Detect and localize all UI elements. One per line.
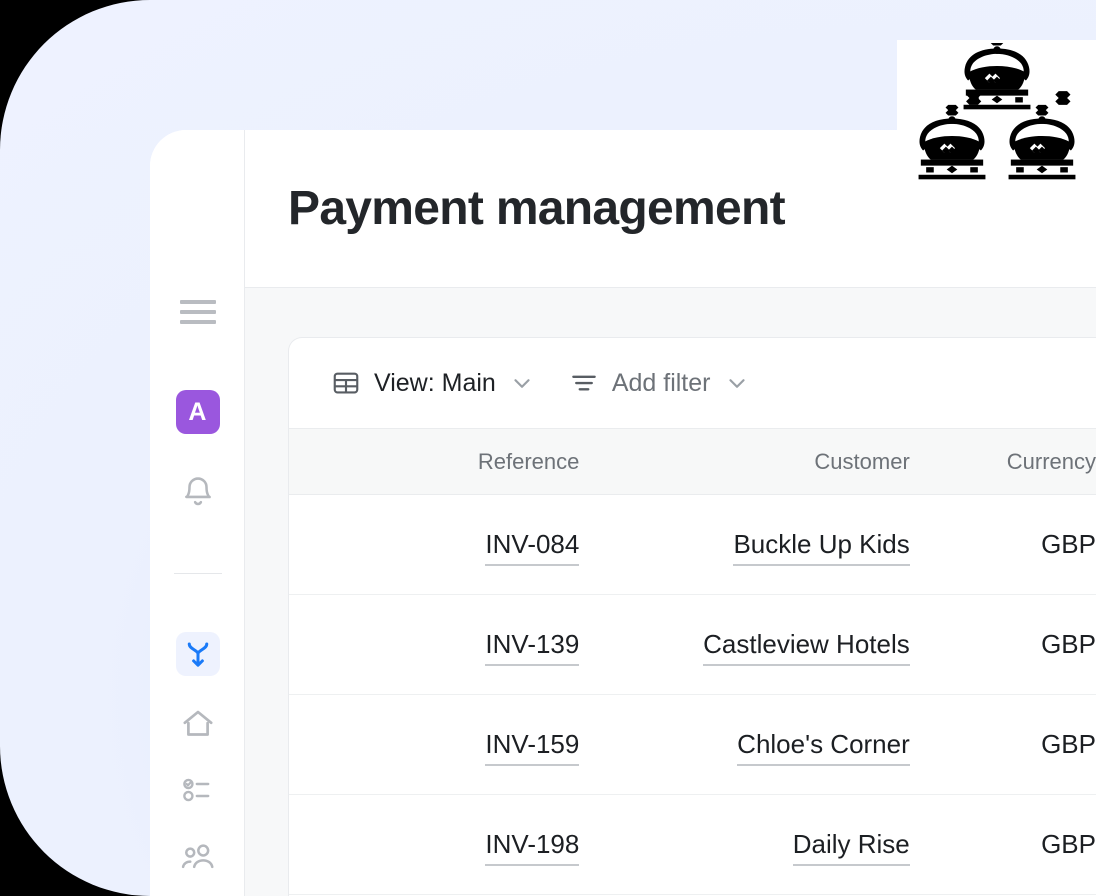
main-content: Payment management View: Main bbox=[245, 130, 1096, 896]
sidebar-item-home[interactable] bbox=[150, 702, 245, 746]
reference-link[interactable]: INV-198 bbox=[485, 829, 579, 866]
table-icon bbox=[331, 368, 361, 398]
column-header-currency[interactable]: Currency bbox=[910, 429, 1096, 495]
three-crowns-emblem bbox=[897, 40, 1096, 186]
cell-reference: INV-159 bbox=[289, 695, 579, 795]
cell-reference: INV-084 bbox=[289, 495, 579, 595]
cell-currency: GBP bbox=[910, 795, 1096, 895]
page-title: Payment management bbox=[288, 181, 785, 236]
cell-currency: GBP bbox=[910, 495, 1096, 595]
background-gradient: A bbox=[0, 0, 1096, 896]
checklist-icon bbox=[180, 772, 216, 808]
customer-link[interactable]: Chloe's Corner bbox=[737, 729, 910, 766]
table-card: View: Main Add filter bbox=[288, 337, 1096, 896]
chevron-down-icon bbox=[724, 370, 750, 396]
customer-link[interactable]: Buckle Up Kids bbox=[733, 529, 909, 566]
reference-link[interactable]: INV-084 bbox=[485, 529, 579, 566]
bell-icon bbox=[181, 475, 215, 509]
reference-link[interactable]: INV-139 bbox=[485, 629, 579, 666]
avatar-letter: A bbox=[188, 400, 206, 425]
customer-link[interactable]: Daily Rise bbox=[793, 829, 910, 866]
content-area: View: Main Add filter bbox=[245, 288, 1096, 896]
cell-customer: Daily Rise bbox=[579, 795, 909, 895]
sidebar-item-customers[interactable] bbox=[150, 836, 245, 880]
chevron-down-icon bbox=[509, 370, 535, 396]
people-icon bbox=[179, 839, 217, 877]
filter-lines-icon bbox=[569, 368, 599, 398]
sidebar-divider bbox=[174, 573, 222, 574]
table-body: INV-084 Buckle Up Kids GBP INV-139 bbox=[289, 495, 1096, 895]
app-window: A bbox=[150, 130, 1096, 896]
cell-reference: INV-139 bbox=[289, 595, 579, 695]
cell-currency: GBP bbox=[910, 595, 1096, 695]
hamburger-menu-button[interactable] bbox=[150, 290, 245, 334]
table-toolbar: View: Main Add filter bbox=[289, 338, 1096, 428]
table-row[interactable]: INV-159 Chloe's Corner GBP bbox=[289, 695, 1096, 795]
sidebar-item-notifications[interactable] bbox=[150, 470, 245, 514]
sidebar-item-tasks[interactable] bbox=[150, 768, 245, 812]
view-selector-label: View: Main bbox=[374, 369, 496, 398]
avatar[interactable]: A bbox=[150, 390, 245, 434]
home-icon bbox=[180, 706, 216, 742]
customer-link[interactable]: Castleview Hotels bbox=[703, 629, 910, 666]
cell-customer: Chloe's Corner bbox=[579, 695, 909, 795]
table-row[interactable]: INV-084 Buckle Up Kids GBP bbox=[289, 495, 1096, 595]
cell-reference: INV-198 bbox=[289, 795, 579, 895]
table-row[interactable]: INV-139 Castleview Hotels GBP bbox=[289, 595, 1096, 695]
column-header-customer[interactable]: Customer bbox=[579, 429, 909, 495]
reference-link[interactable]: INV-159 bbox=[485, 729, 579, 766]
payments-table: Reference Customer Currency INV-084 bbox=[289, 428, 1096, 895]
hamburger-menu-icon bbox=[180, 300, 216, 324]
table-header: Reference Customer Currency bbox=[289, 429, 1096, 495]
column-header-reference[interactable]: Reference bbox=[289, 429, 579, 495]
table-row[interactable]: INV-198 Daily Rise GBP bbox=[289, 795, 1096, 895]
cell-customer: Buckle Up Kids bbox=[579, 495, 909, 595]
view-selector-button[interactable]: View: Main bbox=[331, 368, 535, 398]
sidebar-item-payments[interactable] bbox=[150, 632, 245, 676]
table-header-row: Reference Customer Currency bbox=[289, 429, 1096, 495]
crowns-icon bbox=[909, 43, 1085, 183]
cell-customer: Castleview Hotels bbox=[579, 595, 909, 695]
cell-currency: GBP bbox=[910, 695, 1096, 795]
merge-arrow-icon bbox=[183, 639, 213, 669]
add-filter-label: Add filter bbox=[612, 369, 711, 398]
sidebar-nav: A bbox=[150, 130, 245, 896]
add-filter-button[interactable]: Add filter bbox=[569, 368, 750, 398]
